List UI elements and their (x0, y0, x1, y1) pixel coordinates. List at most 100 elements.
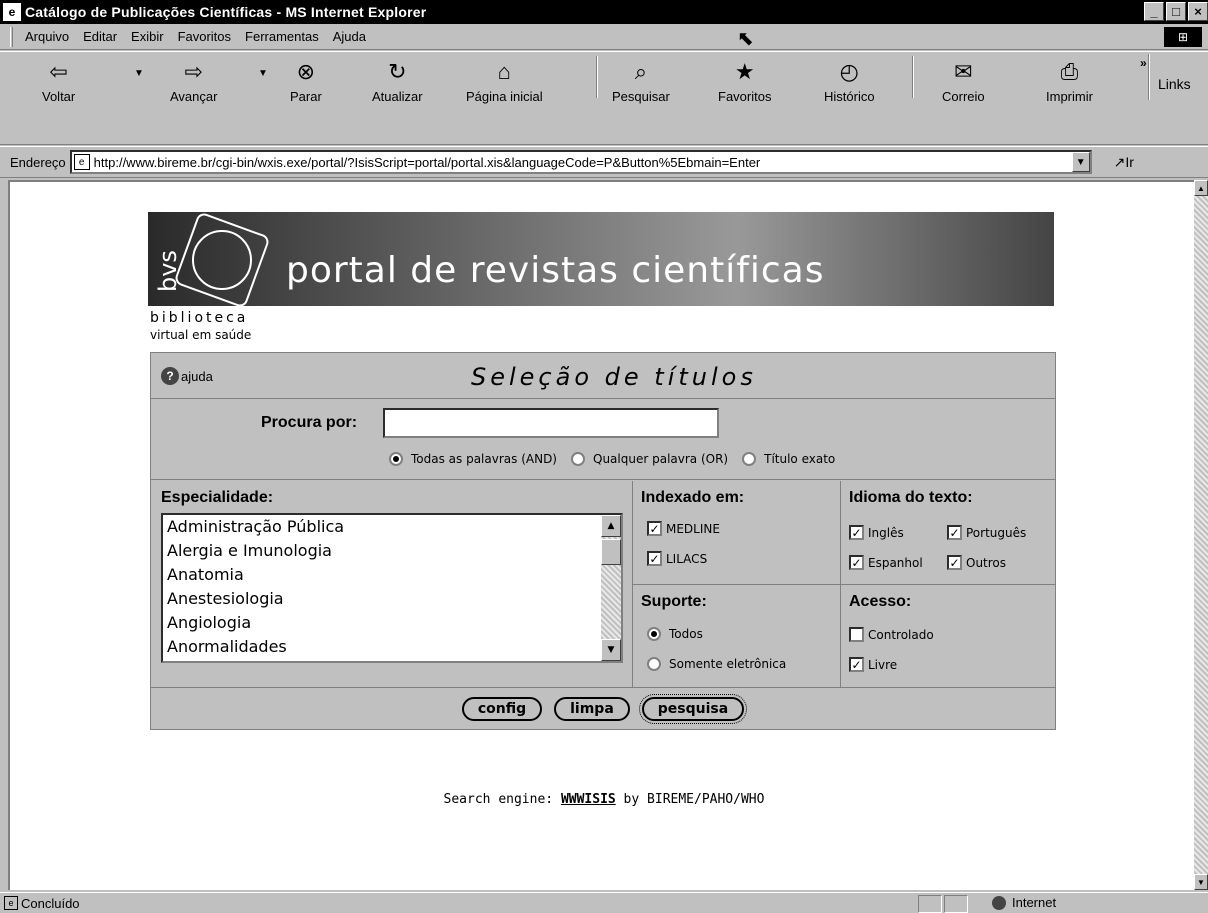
status-cell (918, 895, 942, 913)
back-button[interactable]: ⇦ Voltar (42, 58, 75, 104)
favorites-label: Favoritos (718, 89, 772, 104)
checkbox-espanhol[interactable]: ✓ Espanhol (849, 555, 923, 570)
pesquisa-button[interactable]: pesquisa (638, 693, 748, 724)
maximize-button[interactable]: □ (1166, 2, 1186, 21)
form-header: ? ajuda Seleção de títulos (151, 353, 1055, 399)
outros-label: Outros (966, 555, 1007, 570)
refresh-label: Atualizar (372, 89, 423, 104)
history-button[interactable]: ◴ Histórico (824, 58, 875, 104)
page-scrollbar[interactable]: ▲ ▼ (1194, 180, 1208, 890)
support-panel: Suporte: Todos Somente eletrônica (633, 585, 841, 687)
refresh-button[interactable]: ↻ Atualizar (372, 58, 423, 104)
limpa-button[interactable]: limpa (554, 696, 630, 721)
minimize-button[interactable]: _ (1144, 2, 1164, 21)
wwwisis-link[interactable]: WWWISIS (561, 792, 616, 807)
checkbox-checked-icon: ✓ (947, 525, 962, 540)
list-item[interactable]: Anormalidades (163, 635, 621, 659)
radio-unchecked-icon (742, 452, 757, 466)
scroll-thumb[interactable] (601, 539, 621, 565)
home-button[interactable]: ⌂ Página inicial (466, 58, 543, 104)
window-titlebar: e Catálogo de Publicações Científicas - … (0, 0, 1208, 24)
back-dropdown-icon[interactable]: ▼ (134, 68, 144, 79)
address-url: http://www.bireme.br/cgi-bin/wxis.exe/po… (93, 154, 761, 170)
scroll-down-icon[interactable]: ▼ (601, 639, 621, 661)
credit-suffix: by BIREME/PAHO/WHO (615, 792, 765, 807)
list-item[interactable]: Administração Pública (163, 515, 621, 539)
print-button[interactable]: ⎙ Imprimir (1046, 58, 1093, 104)
toolbar-separator (596, 56, 598, 98)
help-link[interactable]: ? ajuda (161, 367, 213, 385)
radio-somente-eletronica[interactable]: Somente eletrônica (647, 657, 786, 671)
zone-label: Internet (1012, 895, 1057, 910)
indexed-label: Indexado em: (641, 489, 745, 506)
search-button[interactable]: ⌕ Pesquisar (612, 58, 670, 104)
lilacs-label: LILACS (666, 551, 708, 566)
menu-ferramentas[interactable]: Ferramentas (245, 29, 319, 44)
portal-banner: bvs portal de revistas científicas (148, 212, 1054, 306)
forward-button[interactable]: ⇨ Avançar (170, 58, 217, 104)
language-label: Idioma do texto: (849, 489, 973, 506)
stop-button[interactable]: ⊗ Parar (290, 58, 322, 104)
address-dropdown-icon[interactable]: ▼ (1071, 152, 1090, 172)
checkbox-checked-icon: ✓ (849, 555, 864, 570)
specialty-listbox[interactable]: Administração Pública Alergia e Imunolog… (161, 513, 623, 663)
list-item[interactable]: Anatomia (163, 563, 621, 587)
menu-exibir[interactable]: Exibir (131, 29, 164, 44)
address-input[interactable]: e http://www.bireme.br/cgi-bin/wxis.exe/… (69, 150, 1092, 174)
language-panel: Idioma do texto: ✓ Inglês ✓ Português ✓ Esp… (841, 481, 1055, 585)
close-button[interactable]: × (1188, 2, 1208, 21)
go-button[interactable]: ↗Ir (1114, 154, 1134, 171)
mode-or[interactable]: Qualquer palavra (OR) (571, 452, 728, 466)
help-icon: ? (161, 367, 179, 385)
credit-prefix: Search engine: (443, 792, 561, 807)
menu-arquivo[interactable]: Arquivo (25, 29, 69, 44)
forward-dropdown-icon[interactable]: ▼ (258, 68, 268, 79)
mode-and[interactable]: Todas as palavras (AND) (389, 452, 557, 466)
search-engine-credit: Search engine: WWWISIS by BIREME/PAHO/WH… (10, 792, 1196, 807)
list-item[interactable]: Angiologia (163, 611, 621, 635)
checkbox-ingles[interactable]: ✓ Inglês (849, 525, 904, 540)
scroll-up-icon[interactable]: ▲ (601, 515, 621, 537)
checkbox-outros[interactable]: ✓ Outros (947, 555, 1006, 570)
search-input[interactable] (383, 408, 719, 438)
mail-button[interactable]: ✉ Correio (942, 58, 985, 104)
checkbox-medline[interactable]: ✓ MEDLINE (647, 521, 720, 536)
favorites-icon: ★ (734, 59, 755, 84)
print-icon: ⎙ (1060, 59, 1079, 84)
search-row: Procura por: Todas as palavras (AND) Qua… (151, 400, 1055, 480)
livre-label: Livre (868, 657, 898, 672)
list-item[interactable]: Anestesiologia (163, 587, 621, 611)
page-icon: e (73, 154, 90, 170)
stop-label: Parar (290, 89, 322, 104)
access-label: Acesso: (849, 593, 912, 610)
mail-icon: ✉ (954, 59, 973, 84)
config-button[interactable]: config (461, 696, 543, 721)
controlado-label: Controlado (868, 627, 934, 642)
globe-icon (992, 895, 1006, 910)
menu-favoritos[interactable]: Favoritos (178, 29, 231, 44)
listbox-scrollbar[interactable]: ▲ ▼ (601, 515, 621, 661)
radio-checked-icon (647, 627, 661, 641)
favorites-button[interactable]: ★ Favoritos (718, 58, 771, 104)
page-scroll-up-icon[interactable]: ▲ (1194, 180, 1208, 196)
form-heading: Seleção de títulos (471, 363, 757, 391)
checkbox-portugues[interactable]: ✓ Português (947, 525, 1026, 540)
menu-ajuda[interactable]: Ajuda (333, 29, 366, 44)
checkbox-controlado[interactable]: Controlado (849, 627, 934, 642)
checkbox-livre[interactable]: ✓ Livre (849, 657, 897, 672)
page-scroll-down-icon[interactable]: ▼ (1194, 874, 1208, 890)
indexed-panel: Indexado em: ✓ MEDLINE ✓ LILACS (633, 481, 841, 585)
toolbar-more-icon[interactable]: » (1140, 56, 1147, 70)
checkbox-lilacs[interactable]: ✓ LILACS (647, 551, 707, 566)
todos-label: Todos (669, 627, 703, 641)
specialty-panel: Especialidade: Administração Pública Ale… (151, 481, 633, 687)
radio-todos[interactable]: Todos (647, 627, 703, 641)
list-item[interactable]: Alergia e Imunologia (163, 539, 621, 563)
menu-editar[interactable]: Editar (83, 29, 117, 44)
mode-exact-label: Título exato (764, 452, 836, 466)
history-label: Histórico (824, 89, 875, 104)
links-button[interactable]: Links (1158, 76, 1191, 92)
mode-exact[interactable]: Título exato (742, 452, 835, 466)
search-label: Procura por: (261, 414, 358, 431)
checkbox-checked-icon: ✓ (849, 525, 864, 540)
